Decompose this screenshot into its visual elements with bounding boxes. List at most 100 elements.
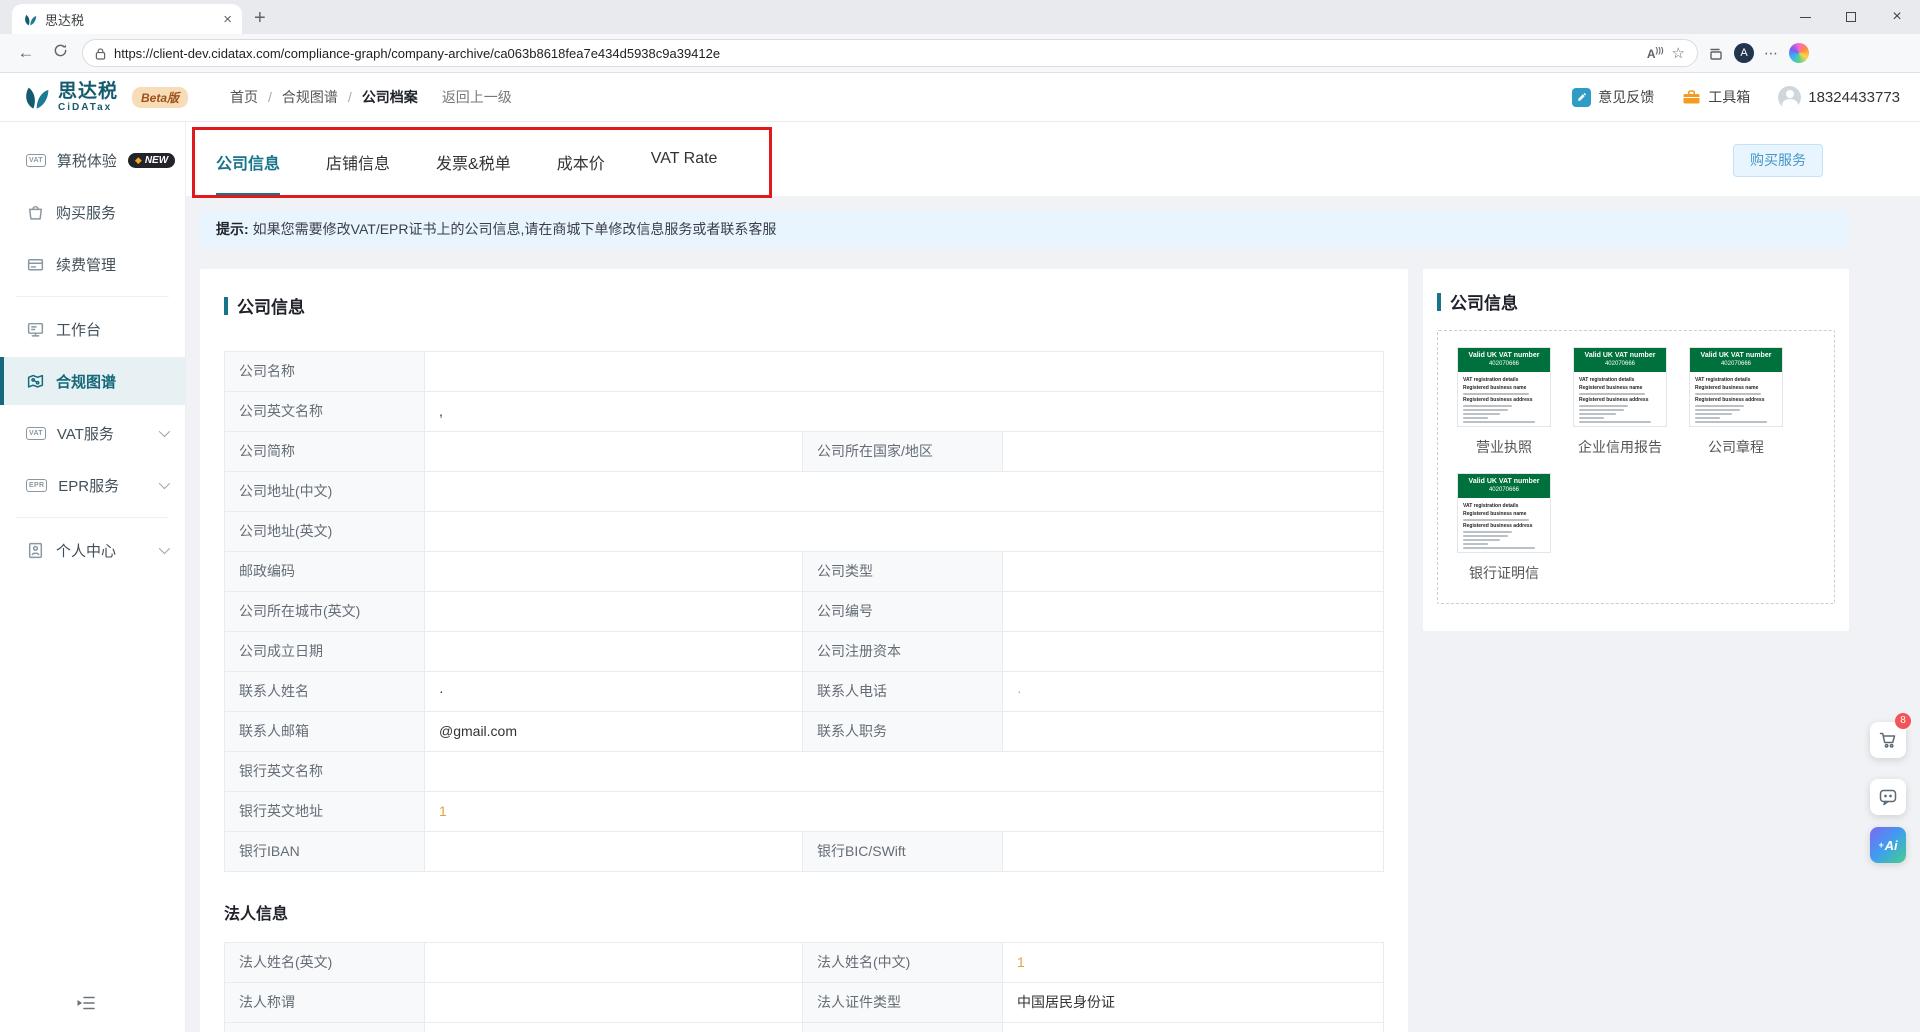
cart-button[interactable]: 8 [1870, 722, 1906, 758]
field-value [425, 592, 803, 632]
certificate-thumbnail-2[interactable]: Valid UK VAT number402070666VAT registra… [1686, 347, 1786, 457]
chevron-down-icon [159, 478, 170, 489]
address-bar[interactable]: https://client-dev.cidatax.com/complianc… [82, 39, 1698, 67]
field-value [425, 512, 1384, 552]
sidebar-item-label: 购买服务 [56, 202, 116, 223]
tab-close-icon[interactable]: × [223, 11, 232, 28]
collections-icon[interactable] [1708, 45, 1724, 61]
chat-support-button[interactable] [1870, 779, 1906, 815]
sidebar-item-0[interactable]: VAT算税体验◆NEW [0, 136, 185, 184]
bag-icon [26, 203, 45, 222]
minimize-icon [1800, 17, 1811, 18]
cidatax-logo-icon [20, 82, 50, 112]
app-header: 思达税 CiDATax Beta版 首页/合规图谱/公司档案 返回上一级 意见反… [0, 73, 1920, 122]
person-icon [26, 541, 45, 560]
breadcrumb-item[interactable]: 合规图谱 [282, 87, 338, 107]
breadcrumb-separator: / [348, 89, 352, 105]
field-label: 联系人职务 [803, 712, 1003, 752]
field-label: 公司简称 [225, 432, 425, 472]
tab-4[interactable]: VAT Rate [651, 150, 718, 196]
card-icon [26, 255, 45, 274]
browser-menu-icon[interactable]: ⋯ [1764, 45, 1779, 62]
window-maximize-button[interactable] [1828, 0, 1874, 34]
field-label: 公司编号 [803, 592, 1003, 632]
copilot-icon[interactable] [1789, 43, 1809, 63]
new-tab-button[interactable]: + [254, 7, 266, 30]
field-value [425, 472, 1384, 512]
certificate-thumbnail-1[interactable]: Valid UK VAT number402070666VAT registra… [1570, 347, 1670, 457]
sidebar-item-label: VAT服务 [57, 423, 114, 444]
vat-box-icon: VAT [26, 427, 46, 440]
field-label: 法人出生日期 [225, 1023, 425, 1032]
vat-box-icon: VAT [26, 154, 46, 167]
breadcrumb-separator: / [268, 89, 272, 105]
buy-service-button[interactable]: 购买服务 [1733, 144, 1823, 177]
tab-0[interactable]: 公司信息 [216, 150, 280, 196]
tab-2[interactable]: 发票&税单 [436, 150, 511, 196]
cart-icon [1878, 730, 1898, 750]
gem-icon: ◆ [135, 155, 142, 166]
sidebar-item-2[interactable]: 续费管理 [0, 240, 185, 288]
sidebar-item-label: EPR服务 [58, 475, 119, 496]
field-label: 银行IBAN [225, 832, 425, 872]
field-label: 公司所在国家/地区 [803, 432, 1003, 472]
field-value [1003, 832, 1384, 872]
field-value [425, 983, 803, 1023]
chevron-down-icon [159, 543, 170, 554]
field-value [425, 943, 803, 983]
vat-certificate-image: Valid UK VAT number402070666VAT registra… [1457, 473, 1551, 553]
field-label: 银行BIC/SWift [803, 832, 1003, 872]
field-label: 公司英文名称 [225, 392, 425, 432]
field-label: 公司类型 [803, 552, 1003, 592]
legal-info-table: 法人姓名(英文)法人姓名(中文)1法人称谓法人证件类型中国居民身份证法人出生日期… [224, 942, 1384, 1032]
sidebar-item-6[interactable]: EPREPR服务 [0, 461, 185, 509]
legal-info-title: 法人信息 [224, 900, 1384, 924]
certificate-thumbnail-0[interactable]: Valid UK VAT number402070666VAT registra… [1454, 347, 1554, 457]
feedback-button[interactable]: 意见反馈 [1572, 87, 1654, 107]
sidebar-item-4[interactable]: 合规图谱 [0, 357, 185, 405]
sidebar-collapse-button[interactable] [76, 995, 96, 1016]
favorite-star-icon[interactable]: ☆ [1672, 44, 1685, 62]
sidebar-divider [16, 517, 169, 518]
window-minimize-button[interactable] [1782, 0, 1828, 34]
company-info-title: 公司信息 [237, 293, 305, 318]
read-aloud-icon[interactable]: A))) [1647, 46, 1664, 61]
sidebar-item-label: 工作台 [56, 319, 101, 340]
graph-icon [26, 372, 45, 391]
field-label: 法人证件类型 [803, 983, 1003, 1023]
back-to-parent-link[interactable]: 返回上一级 [442, 87, 512, 107]
cart-badge: 8 [1895, 713, 1911, 729]
window-close-button[interactable]: × [1874, 0, 1920, 34]
field-value [425, 752, 1384, 792]
sidebar-item-5[interactable]: VAT VAT服务 [0, 409, 185, 457]
browser-tab[interactable]: 思达税 × [12, 4, 242, 34]
tab-3[interactable]: 成本价 [557, 150, 605, 196]
section-accent-bar [224, 297, 228, 315]
browser-tabstrip: 思达税 × + × [0, 0, 1920, 34]
toolbox-icon [1682, 88, 1701, 106]
field-value [1003, 432, 1384, 472]
field-value [1003, 552, 1384, 592]
sidebar-item-label: 个人中心 [56, 540, 116, 561]
browser-profile-avatar[interactable]: A [1734, 43, 1754, 63]
refresh-button[interactable] [48, 43, 72, 63]
ai-assistant-button[interactable]: +Ai [1870, 827, 1906, 863]
tab-1[interactable]: 店铺信息 [326, 150, 390, 196]
sidebar-item-1[interactable]: 购买服务 [0, 188, 185, 236]
field-value: 13214243 [1003, 1023, 1384, 1032]
feedback-pencil-icon [1572, 88, 1591, 107]
toolbox-button[interactable]: 工具箱 [1682, 87, 1750, 107]
sidebar-item-3[interactable]: 工作台 [0, 305, 185, 353]
back-button[interactable]: ← [14, 43, 38, 63]
field-label: 邮政编码 [225, 552, 425, 592]
sidebar-item-7[interactable]: 个人中心 [0, 526, 185, 574]
app-logo[interactable]: 思达税 CiDATax Beta版 [20, 82, 188, 113]
field-value [1003, 592, 1384, 632]
tip-text: 如果您需要修改VAT/EPR证书上的公司信息,请在商城下单修改信息服务或者联系客… [253, 219, 777, 239]
certificate-thumbnail-3[interactable]: Valid UK VAT number402070666VAT registra… [1454, 473, 1554, 583]
breadcrumb-item[interactable]: 首页 [230, 87, 258, 107]
field-value [425, 352, 1384, 392]
certificate-caption: 公司章程 [1708, 437, 1764, 457]
user-account[interactable]: 18324433773 [1778, 86, 1900, 109]
field-value: · [425, 672, 803, 712]
